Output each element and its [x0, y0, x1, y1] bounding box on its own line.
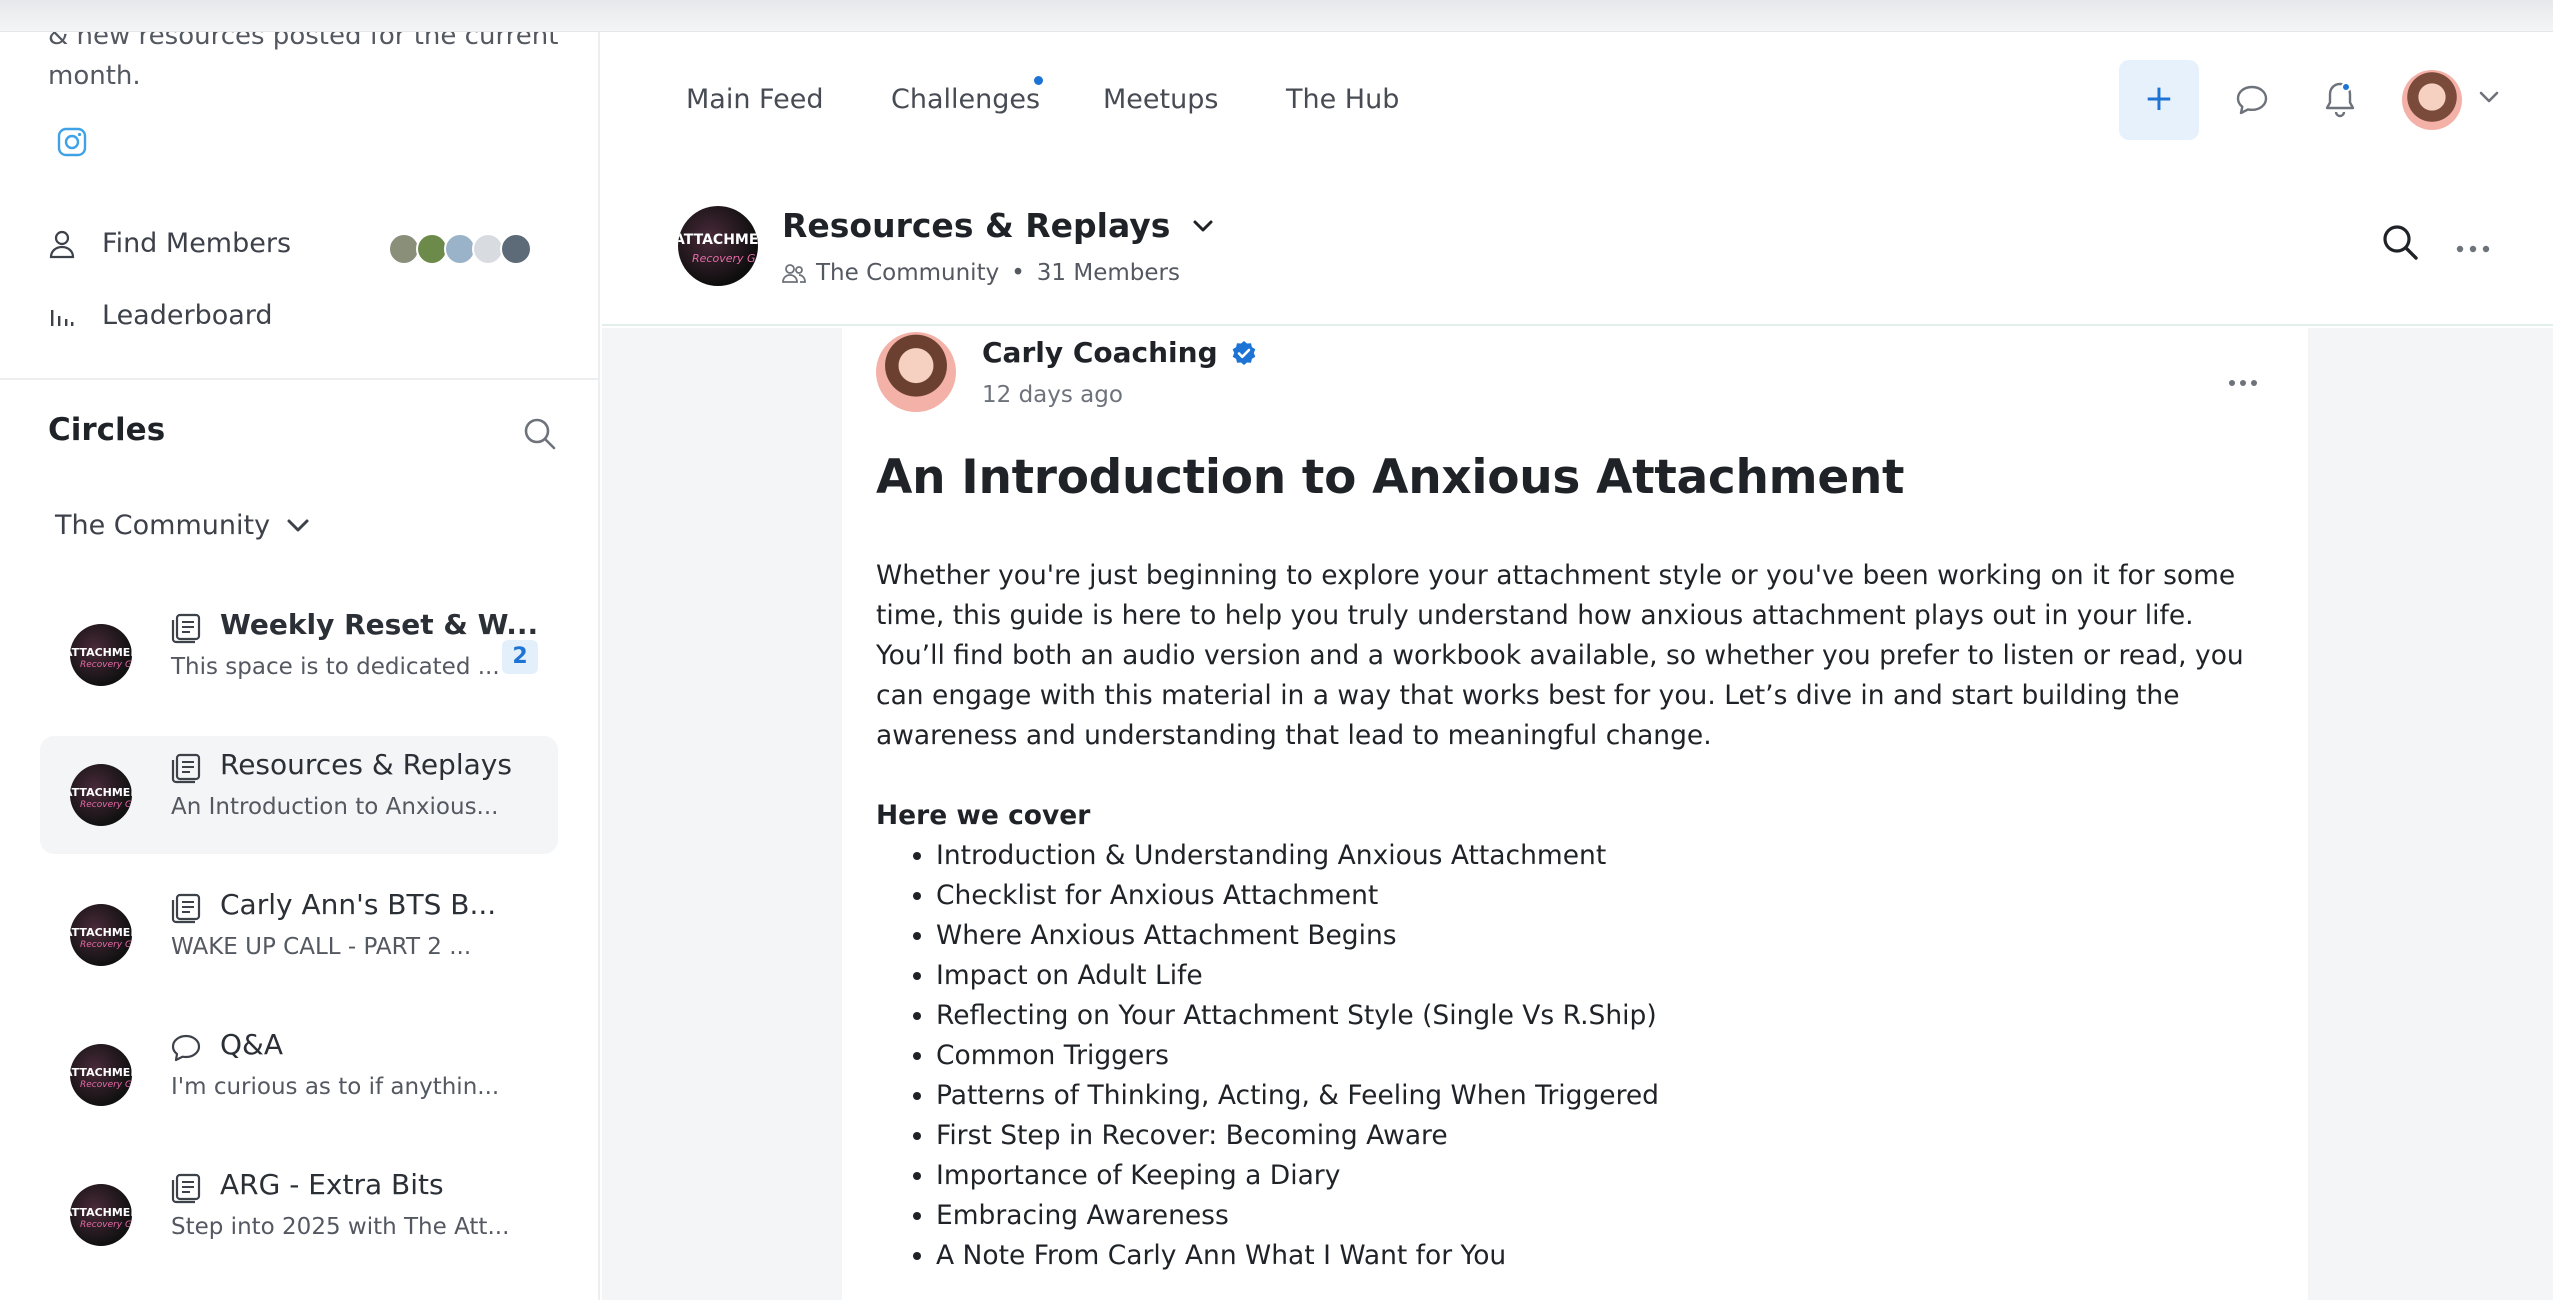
space-preview: Step into 2025 with The Att... — [171, 1214, 510, 1240]
community-name[interactable]: The Community — [816, 260, 999, 286]
space-name: Resources & Replays — [220, 748, 512, 781]
post-timestamp[interactable]: 12 days ago — [982, 382, 1123, 408]
post-icon — [171, 1173, 201, 1204]
space-name: ARG - Extra Bits — [220, 1168, 444, 1201]
post-paragraph: You’ll find both an audio version and a … — [876, 640, 2244, 751]
member-count[interactable]: 31 Members — [1037, 260, 1180, 286]
notification-dot — [1034, 76, 1043, 85]
space-name: Carly Ann's BTS B... — [220, 888, 497, 921]
circles-heading: Circles — [48, 412, 166, 448]
space-name: Q&A — [220, 1028, 284, 1061]
nav-meetups[interactable]: Meetups — [1103, 84, 1218, 115]
space-item-arg-extra-bits[interactable]: ATTACHMENTRecovery Guide ARG - Extra Bit… — [40, 1156, 558, 1274]
chat-icon — [171, 1034, 201, 1062]
browser-top-bar — [0, 0, 2553, 32]
nav-main-feed[interactable]: Main Feed — [686, 84, 823, 115]
list-item: Importance of Keeping a Diary — [936, 1156, 2276, 1196]
space-title[interactable]: Resources & Replays — [782, 206, 1214, 245]
list-item: Common Triggers — [936, 1036, 2276, 1076]
space-thumbnail: ATTACHMENTRecovery Guide — [70, 1184, 132, 1246]
leaderboard-label: Leaderboard — [102, 300, 273, 331]
bell-icon[interactable] — [2322, 80, 2358, 124]
create-button[interactable]: + — [2119, 60, 2199, 140]
space-name: Weekly Reset & W... — [220, 608, 539, 641]
person-icon — [49, 230, 75, 258]
post-icon — [171, 893, 201, 924]
space-thumbnail: ATTACHMENTRecovery Guide — [70, 624, 132, 686]
space-item-resources-replays[interactable]: ATTACHMENTRecovery Guide Resources & Rep… — [40, 736, 558, 854]
space-item-carly-bts[interactable]: ATTACHMENTRecovery Guide Carly Ann's BTS… — [40, 876, 558, 994]
search-icon[interactable] — [522, 416, 558, 456]
meta-separator: • — [1011, 260, 1025, 286]
space-title-text: Resources & Replays — [782, 206, 1171, 245]
chevron-down-icon[interactable] — [2478, 90, 2500, 104]
community-selector[interactable]: The Community — [55, 510, 310, 541]
space-meta: The Community • 31 Members — [782, 260, 1180, 286]
community-selector-label: The Community — [55, 510, 271, 541]
list-item: Patterns of Thinking, Acting, & Feeling … — [936, 1076, 2276, 1116]
space-preview: This space is to dedicated ... — [171, 654, 500, 680]
nav-the-hub[interactable]: The Hub — [1286, 84, 1399, 115]
search-icon[interactable] — [2380, 222, 2420, 266]
space-thumbnail: ATTACHMENTRecovery Guide — [70, 904, 132, 966]
space-preview: WAKE UP CALL - PART 2 ... — [171, 934, 472, 960]
more-options-icon[interactable] — [2228, 372, 2258, 391]
list-item: Checklist for Anxious Attachment — [936, 876, 2276, 916]
space-logo: ATTACHMENTRecovery Guide — [678, 206, 758, 286]
topics-list: Introduction & Understanding Anxious Att… — [936, 836, 2276, 1276]
chevron-down-icon — [287, 519, 309, 531]
space-preview: An Introduction to Anxious... — [171, 794, 499, 820]
post-icon — [171, 613, 201, 644]
space-preview: I'm curious as to if anythin... — [171, 1074, 500, 1100]
leaderboard-icon — [51, 309, 74, 326]
topics-heading: Here we cover — [876, 800, 1091, 831]
messages-icon[interactable] — [2234, 82, 2270, 122]
notification-dot — [2341, 82, 2351, 92]
member-avatars[interactable] — [388, 233, 532, 265]
more-options-icon[interactable] — [2456, 238, 2490, 257]
people-icon — [782, 264, 806, 283]
post-title: An Introduction to Anxious Attachment — [876, 450, 1905, 505]
list-item: Introduction & Understanding Anxious Att… — [936, 836, 2276, 876]
space-header: ATTACHMENTRecovery Guide Resources & Rep… — [602, 166, 2553, 326]
space-thumbnail: ATTACHMENTRecovery Guide — [70, 1044, 132, 1106]
avatar — [500, 233, 532, 265]
verified-badge-icon — [1232, 340, 1255, 365]
post-card: Carly Coaching 12 days ago An Introducti… — [842, 328, 2308, 1300]
list-item: First Step in Recover: Becoming Aware — [936, 1116, 2276, 1156]
instagram-icon[interactable] — [56, 126, 88, 158]
author-name: Carly Coaching — [982, 336, 1218, 369]
list-item: Reflecting on Your Attachment Style (Sin… — [936, 996, 2276, 1036]
unread-badge: 2 — [502, 640, 538, 674]
author-avatar[interactable] — [876, 332, 956, 412]
main-area: Main Feed Challenges Meetups The Hub + A… — [602, 32, 2553, 1300]
chevron-down-icon — [1193, 220, 1213, 231]
list-item: A Note From Carly Ann What I Want for Yo… — [936, 1236, 2276, 1276]
nav-challenges[interactable]: Challenges — [891, 84, 1040, 115]
find-members-label: Find Members — [102, 228, 292, 259]
leaderboard-link[interactable]: Leaderboard — [48, 300, 273, 331]
list-item: Where Anxious Attachment Begins — [936, 916, 2276, 956]
space-item-weekly-reset[interactable]: ATTACHMENTRecovery Guide Weekly Reset & … — [40, 596, 558, 714]
space-item-qa[interactable]: ATTACHMENTRecovery Guide Q&A I'm curious… — [40, 1016, 558, 1134]
author-name-row[interactable]: Carly Coaching — [982, 336, 1258, 369]
post-icon — [171, 753, 201, 784]
post-paragraph: Whether you're just beginning to explore… — [876, 560, 2236, 631]
user-avatar[interactable] — [2402, 70, 2462, 130]
divider — [0, 378, 598, 380]
list-item: Embracing Awareness — [936, 1196, 2276, 1236]
post-body: Whether you're just beginning to explore… — [876, 556, 2276, 1276]
sidebar: & new resources posted for the current m… — [0, 0, 600, 1300]
space-thumbnail: ATTACHMENTRecovery Guide — [70, 764, 132, 826]
find-members-link[interactable]: Find Members — [48, 228, 291, 259]
list-item: Impact on Adult Life — [936, 956, 2276, 996]
